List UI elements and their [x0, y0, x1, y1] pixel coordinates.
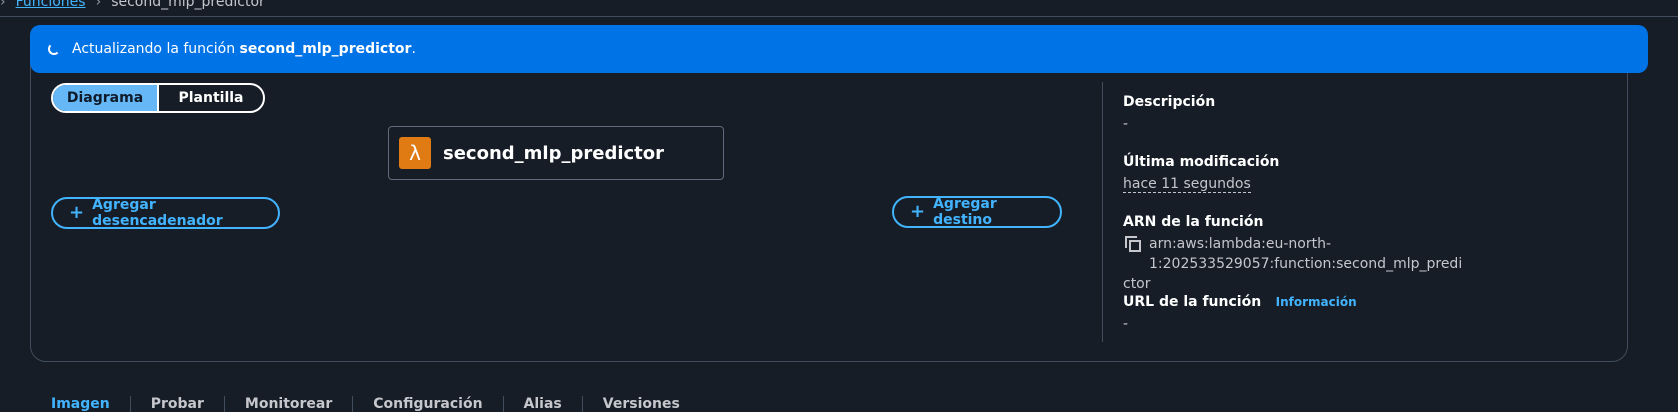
breadcrumb-current: second_mlp_predictor: [111, 0, 265, 10]
last-modified-value[interactable]: hace 11 segundos: [1123, 176, 1251, 193]
update-notification: Actualizando la función second_mlp_predi…: [30, 25, 1648, 73]
arn-section: ARN de la función arn:aws:lambda:eu-nort…: [1123, 214, 1603, 294]
last-modified-label: Última modificación: [1123, 154, 1280, 170]
arn-value-continued: ctor: [1123, 276, 1151, 292]
arn-label: ARN de la función: [1123, 214, 1264, 230]
plus-icon: +: [910, 201, 926, 222]
diagram-toggle-button[interactable]: Diagrama: [53, 85, 159, 111]
tab-monitor[interactable]: Monitorear: [225, 396, 354, 412]
function-tabs: Imagen Probar Monitorear Configuración A…: [51, 396, 700, 412]
copy-icon[interactable]: [1123, 234, 1143, 254]
tab-aliases[interactable]: Alias: [504, 396, 583, 412]
view-toggle: Diagrama Plantilla: [51, 83, 265, 113]
add-destination-button[interactable]: + Agregar destino: [892, 196, 1062, 228]
template-toggle-button[interactable]: Plantilla: [159, 85, 263, 111]
add-trigger-button[interactable]: + Agregar desencadenador: [51, 197, 280, 229]
notification-text: Actualizando la función second_mlp_predi…: [72, 41, 416, 57]
info-link[interactable]: Información: [1276, 295, 1357, 309]
breadcrumb: › Funciones › second_mlp_predictor: [0, 0, 265, 11]
tab-configuration[interactable]: Configuración: [353, 396, 504, 412]
loading-spinner-icon: [48, 43, 60, 55]
tab-versions[interactable]: Versiones: [583, 396, 700, 412]
plus-icon: +: [69, 202, 85, 223]
details-divider: [1102, 82, 1103, 342]
chevron-right-icon: ›: [95, 0, 102, 10]
function-url-value: -: [1123, 316, 1129, 332]
description-label: Descripción: [1123, 94, 1216, 110]
tab-image[interactable]: Imagen: [51, 396, 131, 412]
lambda-icon: λ: [399, 137, 431, 169]
description-section: Descripción -: [1123, 94, 1215, 132]
notification-function-name: second_mlp_predictor: [239, 41, 412, 57]
breadcrumb-functions-link[interactable]: Funciones: [16, 0, 86, 10]
description-value: -: [1123, 116, 1129, 132]
arn-value: arn:aws:lambda:eu-north-1:202533529057:f…: [1149, 236, 1463, 272]
last-modified-section: Última modificación hace 11 segundos: [1123, 154, 1280, 193]
header-divider: [0, 16, 1678, 17]
function-url-section: URL de la función Información -: [1123, 294, 1357, 332]
tab-test[interactable]: Probar: [131, 396, 225, 412]
function-url-label: URL de la función: [1123, 294, 1262, 310]
function-node-name: second_mlp_predictor: [443, 142, 665, 164]
function-node[interactable]: λ second_mlp_predictor: [388, 126, 724, 180]
chevron-right-icon: ›: [0, 0, 6, 10]
